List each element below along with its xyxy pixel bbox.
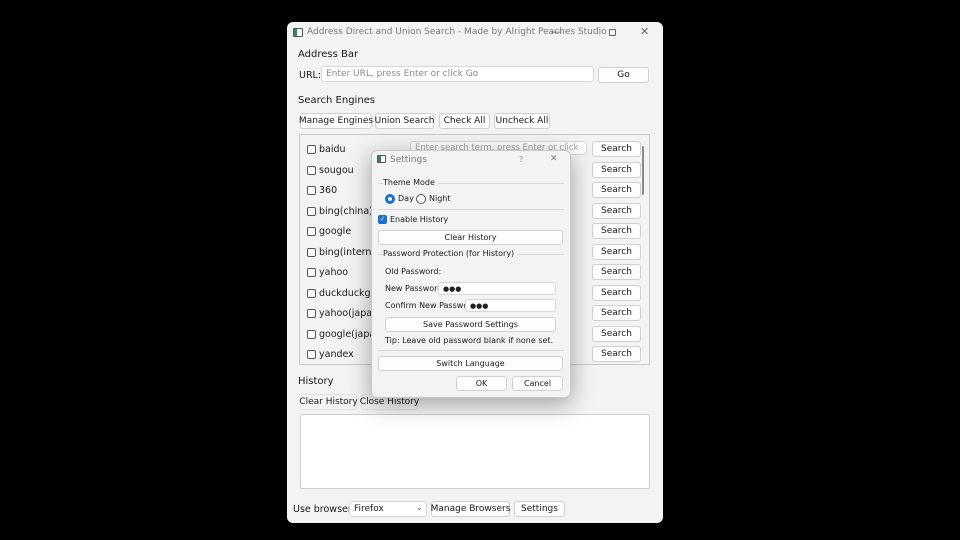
search-engines-heading: Search Engines (298, 95, 376, 106)
dialog-close-icon[interactable]: ✕ (550, 154, 558, 164)
dialog-app-icon (377, 155, 386, 163)
engine-name: yandex (319, 349, 354, 360)
engine-list-scrollbar[interactable] (642, 146, 644, 195)
maximize-icon[interactable] (609, 29, 616, 36)
engine-checkbox[interactable] (307, 330, 316, 339)
use-browser-label: Use browser: (293, 504, 355, 515)
engine-name: duckduckgo (319, 288, 377, 299)
new-password-label: New Password: (385, 284, 446, 293)
enable-history-checkbox[interactable]: ✓ (378, 215, 387, 224)
engine-search-button[interactable]: Search (592, 346, 641, 362)
url-label: URL: (299, 70, 322, 81)
theme-night-radio[interactable] (416, 194, 426, 204)
engine-name: google (319, 226, 352, 237)
engine-checkbox[interactable] (307, 227, 316, 236)
engine-search-button[interactable]: Search (592, 264, 641, 280)
title-bar: Address Direct and Union Search - Made b… (287, 22, 663, 44)
theme-night-label: Night (429, 194, 451, 203)
password-heading: Password Protection (for History) (383, 249, 518, 258)
cancel-button[interactable]: Cancel (512, 376, 563, 391)
old-password-label: Old Password: (385, 267, 442, 276)
engine-search-button[interactable]: Search (592, 326, 641, 342)
engine-checkbox[interactable] (307, 268, 316, 277)
theme-heading: Theme Mode (383, 178, 438, 187)
address-bar-heading: Address Bar (298, 49, 359, 60)
engine-checkbox[interactable] (307, 289, 316, 298)
engine-search-button[interactable]: Search (592, 203, 641, 219)
clear-history-button[interactable]: Clear History (299, 394, 358, 410)
union-search-button[interactable]: Union Search (375, 113, 434, 129)
theme-day-radio[interactable] (385, 194, 395, 204)
url-input[interactable]: Enter URL, press Enter or click Go (321, 66, 594, 82)
ok-button[interactable]: OK (456, 376, 507, 391)
engine-name: sougou (319, 165, 354, 176)
save-password-button[interactable]: Save Password Settings (385, 317, 556, 332)
engine-search-button[interactable]: Search (592, 182, 641, 198)
dialog-clear-history-button[interactable]: Clear History (378, 230, 563, 245)
engine-name: bing(china) (319, 206, 373, 217)
settings-button[interactable]: Settings (514, 501, 565, 517)
engine-search-button[interactable]: Search (592, 162, 641, 178)
minimize-icon[interactable]: — (551, 25, 562, 38)
confirm-password-input[interactable]: ●●● (465, 299, 556, 312)
browser-select[interactable]: Firefox ⌄ (349, 501, 427, 517)
engine-name: yahoo (319, 267, 349, 278)
help-icon[interactable]: ? (519, 155, 523, 164)
new-password-input[interactable]: ●●● (438, 282, 556, 295)
browser-select-value: Firefox (354, 504, 384, 514)
engine-checkbox[interactable] (307, 166, 316, 175)
engine-name: 360 (319, 185, 338, 196)
chevron-down-icon: ⌄ (416, 503, 423, 512)
settings-dialog: Settings ? ✕ Theme Mode Day Night ✓ Enab… (371, 150, 571, 398)
engine-name: baidu (319, 144, 346, 155)
engine-search-button[interactable]: Search (592, 141, 641, 157)
engine-search-button[interactable]: Search (592, 223, 641, 239)
close-icon[interactable]: ✕ (640, 25, 649, 38)
theme-day-label: Day (398, 194, 414, 203)
uncheck-all-button[interactable]: Uncheck All (494, 113, 550, 129)
password-tip: Tip: Leave old password blank if none se… (385, 336, 554, 345)
engine-search-button[interactable]: Search (592, 305, 641, 321)
manage-browsers-button[interactable]: Manage Browsers (431, 501, 510, 517)
switch-language-button[interactable]: Switch Language (378, 356, 563, 371)
check-all-button[interactable]: Check All (439, 113, 490, 129)
engine-checkbox[interactable] (307, 145, 316, 154)
history-heading: History (298, 376, 334, 387)
enable-history-label: Enable History (390, 215, 449, 224)
go-button[interactable]: Go (598, 67, 649, 83)
engine-search-button[interactable]: Search (592, 285, 641, 301)
engine-checkbox[interactable] (307, 248, 316, 257)
manage-engines-button[interactable]: Manage Engines (299, 113, 373, 129)
engine-checkbox[interactable] (307, 207, 316, 216)
engine-checkbox[interactable] (307, 186, 316, 195)
dialog-title: Settings (390, 155, 427, 165)
engine-search-button[interactable]: Search (592, 244, 641, 260)
app-icon (293, 28, 303, 37)
engine-checkbox[interactable] (307, 309, 316, 318)
engine-checkbox[interactable] (307, 350, 316, 359)
history-list[interactable] (300, 414, 650, 489)
